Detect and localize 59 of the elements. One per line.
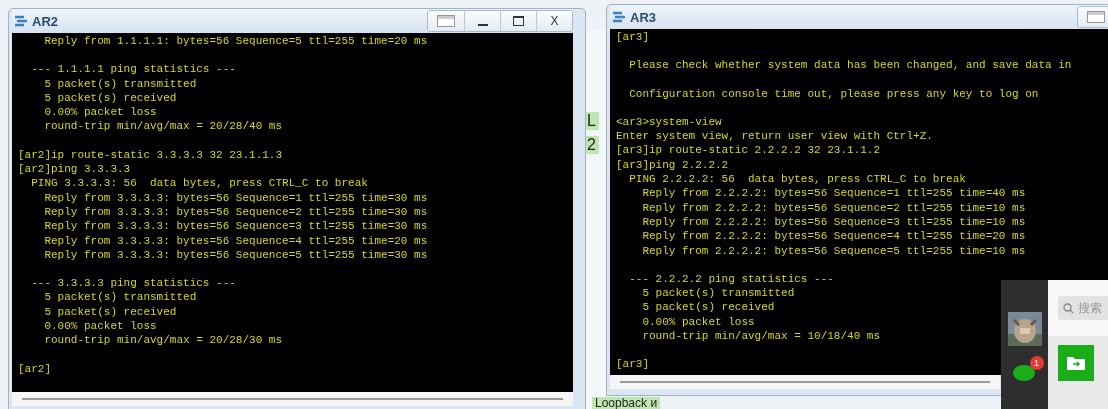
terminal-line: 0.00% packet loss — [43, 319, 157, 334]
terminal-line: 5 packet(s) received — [641, 300, 775, 315]
terminal-line: 5 packet(s) transmitted — [43, 290, 197, 305]
terminal-line: round-trip min/avg/max = 20/28/40 ms — [43, 119, 283, 134]
terminal-line: [ar2] — [18, 361, 51, 376]
terminal-line: --- 1.1.1.1 ping statistics --- — [30, 62, 236, 77]
terminal-line: PING 3.3.3.3: 56 data bytes, press CTRL_C to break — [30, 176, 368, 191]
terminal-line: --- 3.3.3.3 ping statistics --- — [30, 276, 236, 291]
terminal-line: round-trip min/avg/max = 20/28/30 ms — [43, 333, 283, 348]
terminal-line: 5 packet(s) received — [43, 304, 177, 320]
minimize-button[interactable] — [464, 11, 500, 31]
unread-badge: 1 — [1029, 356, 1044, 370]
terminal-line: Enter system view, return user view with Ctrl+Z. — [616, 129, 933, 144]
window-layout-icon — [1087, 11, 1105, 23]
terminal-line: Reply from 2.2.2.2: bytes=56 Sequence=3 ttl=255 time=10 ms — [641, 214, 1026, 230]
terminal-line: Reply from 2.2.2.2: bytes=56 Sequence=1 ttl=255 time=40 ms — [641, 186, 1026, 201]
terminal-line: <ar3>system-view — [616, 114, 722, 130]
terminal-line: [ar3]ping 2.2.2.2 — [616, 157, 729, 173]
terminal-line: [ar3]ip route-static 2.2.2.2 32 23.1.1.2 — [616, 143, 881, 158]
logo-icon — [612, 10, 626, 24]
window-layout-icon — [437, 15, 455, 27]
terminal-line: round-trip min/avg/max = 10/18/40 ms — [641, 329, 881, 344]
layout-button[interactable] — [1078, 7, 1108, 27]
terminal-line: Reply from 1.1.1.1: bytes=56 Sequence=5 ttl=255 time=20 ms — [43, 34, 428, 49]
terminal-line: Reply from 3.3.3.3: bytes=56 Sequence=4 ttl=255 time=20 ms — [43, 233, 428, 248]
chat-icon[interactable] — [1011, 364, 1038, 382]
terminal-line: [ar3] — [616, 30, 649, 45]
terminal-line: Reply from 3.3.3.3: bytes=56 Sequence=3 ttl=255 time=30 ms — [43, 219, 428, 234]
close-button[interactable]: X — [536, 11, 572, 31]
window-title: AR3 — [630, 9, 656, 25]
terminal-line: Please check whether system data has been changed, and save data in — [628, 58, 1072, 73]
terminal-line: Reply from 2.2.2.2: bytes=56 Sequence=4 ttl=255 time=20 ms — [641, 229, 1026, 244]
terminal-line: 5 packet(s) transmitted — [43, 76, 197, 91]
folder-button[interactable] — [1058, 345, 1094, 381]
maximize-icon — [513, 16, 524, 26]
terminal-line: [ar3] — [616, 357, 649, 372]
terminal-line: Reply from 3.3.3.3: bytes=56 Sequence=5 ttl=255 time=30 ms — [43, 247, 428, 263]
terminal-line: Configuration console time out, please press any key to log on — [628, 86, 1039, 101]
terminal-line: Reply from 2.2.2.2: bytes=56 Sequence=2 ttl=255 time=10 ms — [641, 200, 1026, 215]
terminal-line: [ar2]ping 3.3.3.3 — [18, 162, 131, 177]
terminal-line: 0.00% packet loss — [641, 314, 755, 330]
horizontal-scrollbar[interactable] — [12, 392, 573, 406]
folder-arrow-icon — [1067, 356, 1085, 370]
terminal-line: Reply from 3.3.3.3: bytes=56 Sequence=1 ttl=255 time=30 ms — [43, 190, 428, 205]
terminal-line: --- 2.2.2.2 ping statistics --- — [628, 271, 834, 287]
terminal-line: 5 packet(s) transmitted — [641, 286, 795, 301]
terminal-line: [ar2]ip route-static 3.3.3.3 32 23.1.1.3 — [18, 147, 283, 163]
terminal-line: Reply from 2.2.2.2: bytes=56 Sequence=5 ttl=255 time=10 ms — [641, 243, 1026, 258]
canvas-label: Loopback и — [592, 397, 661, 409]
terminal-line: PING 2.2.2.2: 56 data bytes, press CTRL_C to break — [628, 172, 966, 187]
logo-icon — [14, 14, 28, 28]
terminal-line: Reply from 3.3.3.3: bytes=56 Sequence=2 ttl=255 time=30 ms — [43, 204, 428, 220]
window-title: AR2 — [32, 13, 58, 29]
maximize-button[interactable] — [500, 11, 536, 31]
terminal-line: 0.00% packet loss — [43, 105, 157, 120]
horizontal-scrollbar[interactable] — [610, 375, 1000, 389]
terminal-line: 5 packet(s) received — [43, 90, 177, 106]
minimize-icon — [477, 24, 488, 26]
search-icon — [1063, 302, 1074, 314]
